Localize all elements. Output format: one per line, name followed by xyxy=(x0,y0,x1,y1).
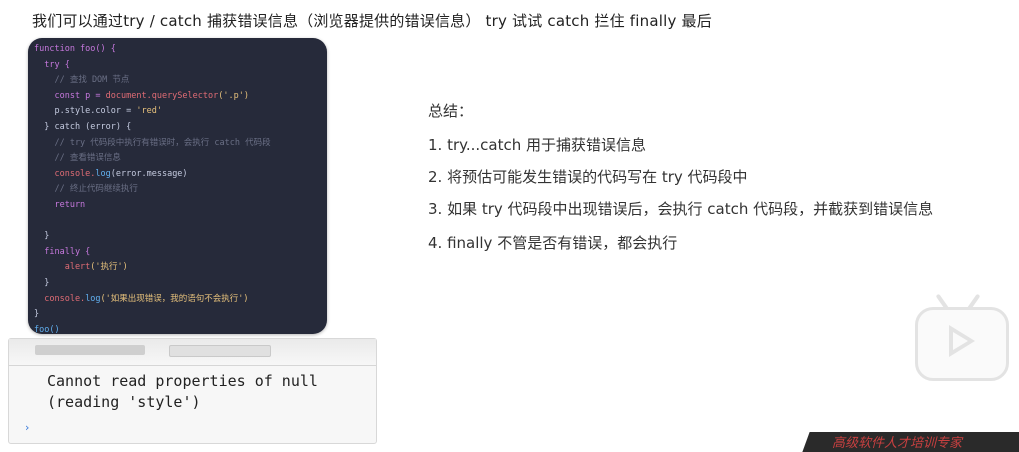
summary-item: 1. try...catch 用于捕获错误信息 xyxy=(428,136,647,154)
code-token: log xyxy=(95,168,111,179)
code-line: console.log(error.message) xyxy=(34,167,271,183)
code-line: } xyxy=(34,231,50,242)
code-token: document.querySelector xyxy=(105,90,219,101)
code-comment: // 终止代码继续执行 xyxy=(34,184,138,195)
code-token: ('如果出现错误，我的语句不会执行') xyxy=(100,293,249,304)
play-triangle-inner xyxy=(953,332,968,350)
code-token: 'red' xyxy=(136,106,162,117)
console-toolbar xyxy=(9,339,376,366)
code-token: p.style.color = xyxy=(34,106,137,117)
code-comment: // try 代码段中执行有错误时，会执行 catch 代码段 xyxy=(34,137,271,148)
code-line: } catch (error) { xyxy=(34,121,132,132)
console-tab[interactable] xyxy=(169,345,271,357)
console-error-line: Cannot read properties of null xyxy=(47,372,318,390)
code-line: alert('执行') xyxy=(34,260,271,276)
summary-item: 4. finally 不管是否有错误，都会执行 xyxy=(428,234,678,252)
code-line: p.style.color = 'red' xyxy=(34,104,271,120)
console-error-line: (reading 'style') xyxy=(47,393,201,411)
play-video-icon[interactable] xyxy=(913,291,1009,381)
code-token: (error.message) xyxy=(110,168,188,179)
code-token: console. xyxy=(34,168,96,179)
code-comment: // 查找 DOM 节点 xyxy=(34,75,130,86)
browser-console: Cannot read properties of null (reading … xyxy=(8,338,377,444)
summary-item: 3. 如果 try 代码段中出现错误后，会执行 catch 代码段，并截获到错误… xyxy=(428,200,934,218)
page-title: 我们可以通过try / catch 捕获错误信息（浏览器提供的错误信息） try… xyxy=(32,12,712,30)
console-tab[interactable] xyxy=(35,345,145,355)
console-error-message: Cannot read properties of null (reading … xyxy=(47,371,318,413)
code-line: foo() xyxy=(34,324,60,334)
summary-title: 总结： xyxy=(428,102,474,120)
summary-item: 2. 将预估可能发生错误的代码写在 try 代码段中 xyxy=(428,168,748,186)
code-token: alert xyxy=(34,262,91,273)
summary-section: 总结： 1. try...catch 用于捕获错误信息 2. 将预估可能发生错误… xyxy=(428,100,933,265)
code-line: return xyxy=(34,199,86,210)
code-token: console. xyxy=(34,293,86,304)
code-line: } xyxy=(34,277,50,288)
code-line: console.log('如果出现错误，我的语句不会执行') xyxy=(34,292,271,308)
code-token: ('.p') xyxy=(218,90,249,101)
code-token: ('执行') xyxy=(90,262,128,273)
footer-watermark: 高级软件人才培训专家 xyxy=(832,436,963,451)
code-editor-panel: function foo() { try { // 查找 DOM 节点 cons… xyxy=(28,38,327,334)
code-line: try { xyxy=(34,59,70,70)
code-line: finally { xyxy=(34,246,91,257)
code-comment: // 查看错误信息 xyxy=(34,153,121,164)
code-line: } xyxy=(34,309,40,320)
code-token: log xyxy=(85,293,101,304)
code-token: const p = xyxy=(34,90,106,101)
code-line: const p = document.querySelector('.p') xyxy=(34,89,271,105)
code-line: function foo() { xyxy=(34,44,116,54)
code-block: function foo() { try { // 查找 DOM 节点 cons… xyxy=(34,42,271,334)
console-prompt-icon[interactable]: › xyxy=(25,421,29,434)
